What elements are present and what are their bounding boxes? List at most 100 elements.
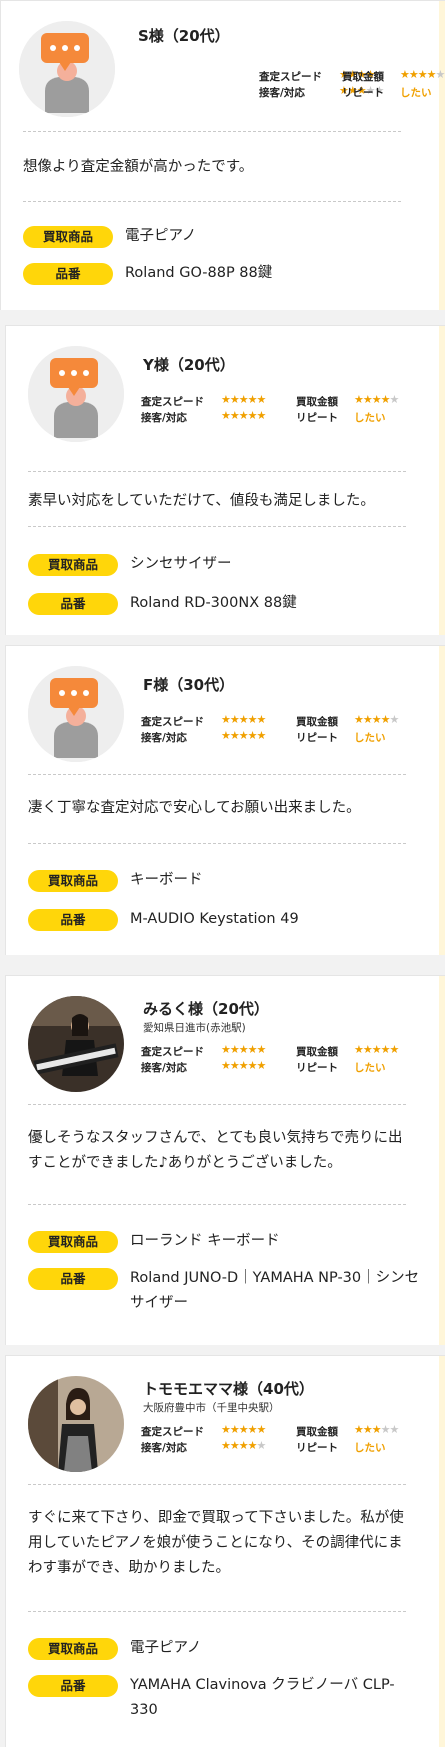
avatar: [28, 666, 124, 762]
review-comment: 想像より査定金額が高かったです。: [23, 159, 254, 175]
star-filled-icon: ★: [221, 1059, 231, 1072]
reviewer-location: 大阪府豊中市（千里中央駅）: [143, 1402, 280, 1414]
review-comment: 凄く丁寧な査定対応で安心してお願い出来ました。: [28, 800, 361, 816]
card-edge: [439, 1356, 445, 1747]
item-value: 電子ピアノ: [130, 1640, 202, 1656]
star-filled-icon: ★: [371, 393, 382, 406]
item-value: ローランド キーボード: [130, 1233, 280, 1249]
avatar: [28, 1376, 124, 1472]
review-list: S様（20代） 査定スピード ★★★★★ 買取金額 ★★★★★ 接客/対応 ★★★★★ リピー…: [0, 0, 445, 1747]
star-filled-icon: ★: [354, 1423, 364, 1436]
star-filled-icon: ★: [256, 393, 267, 406]
reviewer-location: 愛知県日進市(赤池駅): [143, 1022, 246, 1034]
divider: [28, 843, 406, 844]
star-filled-icon: ★: [380, 1043, 391, 1056]
star-filled-icon: ★: [371, 1423, 382, 1436]
model-value: M-AUDIO Keystation 49: [130, 911, 299, 927]
star-filled-icon: ★: [371, 713, 382, 726]
reviewer-name: F様（30代）: [143, 676, 235, 694]
rating-label-speed: 査定スピード: [141, 716, 204, 728]
star-filled-icon: ★: [400, 68, 410, 81]
item-badge: 買取商品: [28, 1231, 118, 1253]
model-badge: 品番: [28, 593, 118, 615]
star-filled-icon: ★: [229, 713, 240, 726]
avatar: [19, 21, 115, 117]
star-filled-icon: ★: [221, 1043, 231, 1056]
avatar: [28, 996, 124, 1092]
star-filled-icon: ★: [256, 1423, 267, 1436]
star-filled-icon: ★: [256, 409, 267, 422]
star-empty-icon: ★: [389, 393, 400, 406]
star-filled-icon: ★: [221, 393, 231, 406]
star-filled-icon: ★: [229, 1423, 240, 1436]
rating-stars-speed: ★★★★★: [221, 713, 267, 726]
star-filled-icon: ★: [247, 1059, 258, 1072]
star-filled-icon: ★: [256, 713, 267, 726]
star-filled-icon: ★: [238, 729, 249, 742]
star-empty-icon: ★: [256, 1439, 267, 1452]
star-filled-icon: ★: [247, 1439, 258, 1452]
item-value: シンセサイザー: [130, 556, 232, 572]
star-empty-icon: ★: [435, 68, 445, 81]
star-filled-icon: ★: [256, 729, 267, 742]
rating-stars-price: ★★★★★: [354, 1423, 400, 1436]
divider: [28, 526, 406, 527]
star-filled-icon: ★: [426, 68, 437, 81]
divider: [28, 1204, 406, 1205]
rating-label-service: 接客/対応: [141, 1442, 187, 1454]
divider: [28, 471, 406, 472]
review-card: Y様（20代） 査定スピード ★★★★★ 買取金額 ★★★★★ 接客/対応 ★★★★★ リピー…: [5, 325, 445, 635]
star-filled-icon: ★: [354, 393, 364, 406]
star-filled-icon: ★: [221, 409, 231, 422]
star-filled-icon: ★: [247, 729, 258, 742]
card-edge: [439, 1, 445, 310]
star-filled-icon: ★: [362, 393, 373, 406]
star-filled-icon: ★: [221, 1423, 231, 1436]
star-empty-icon: ★: [380, 1423, 391, 1436]
item-badge: 買取商品: [23, 226, 113, 248]
star-filled-icon: ★: [247, 1423, 258, 1436]
rating-label-service: 接客/対応: [141, 1062, 187, 1074]
card-edge: [439, 646, 445, 955]
star-filled-icon: ★: [229, 409, 240, 422]
model-badge: 品番: [23, 263, 113, 285]
repeat-value: したい: [400, 87, 432, 99]
star-filled-icon: ★: [380, 393, 391, 406]
star-empty-icon: ★: [389, 713, 400, 726]
review-comment: 優しそうなスタッフさんで、とても良い気持ちで売りに出すことができました♪ありがと…: [28, 1130, 403, 1171]
star-filled-icon: ★: [238, 1059, 249, 1072]
rating-stars-speed: ★★★★★: [221, 393, 267, 406]
rating-stars-price: ★★★★★: [400, 68, 445, 81]
item-value: キーボード: [130, 872, 203, 888]
star-filled-icon: ★: [389, 1043, 400, 1056]
divider: [28, 1104, 406, 1105]
rating-label-service: 接客/対応: [141, 412, 187, 424]
rating-label-speed: 査定スピード: [141, 1046, 204, 1058]
model-badge: 品番: [28, 1268, 118, 1290]
star-filled-icon: ★: [229, 1439, 240, 1452]
star-filled-icon: ★: [256, 1043, 267, 1056]
star-filled-icon: ★: [247, 393, 258, 406]
model-value: YAMAHA Clavinova クラビノーバ CLP-330: [130, 1677, 395, 1718]
rating-label-repeat: リピート: [296, 1442, 338, 1454]
rating-label-speed: 査定スピード: [259, 71, 322, 83]
card-edge: [439, 976, 445, 1345]
star-filled-icon: ★: [221, 713, 231, 726]
star-filled-icon: ★: [417, 68, 428, 81]
rating-label-price: 買取金額: [296, 396, 338, 408]
divider: [28, 774, 406, 775]
rating-stars-service: ★★★★★: [221, 409, 267, 422]
star-filled-icon: ★: [354, 713, 364, 726]
star-filled-icon: ★: [229, 393, 240, 406]
star-empty-icon: ★: [389, 1423, 400, 1436]
item-badge: 買取商品: [28, 870, 118, 892]
speech-bubble-avatar-icon: [28, 666, 124, 762]
star-filled-icon: ★: [238, 1423, 249, 1436]
review-card: みるく様（20代） 愛知県日進市(赤池駅) 査定スピード ★★★★★ 買取金額 ★★★★★…: [5, 975, 445, 1345]
rating-stars-speed: ★★★★★: [221, 1043, 267, 1056]
star-filled-icon: ★: [221, 1439, 231, 1452]
star-filled-icon: ★: [229, 1043, 240, 1056]
rating-label-repeat: リピート: [342, 87, 384, 99]
reviewer-name: Y様（20代）: [143, 356, 235, 374]
model-value: Roland RD-300NX 88鍵: [130, 595, 297, 611]
